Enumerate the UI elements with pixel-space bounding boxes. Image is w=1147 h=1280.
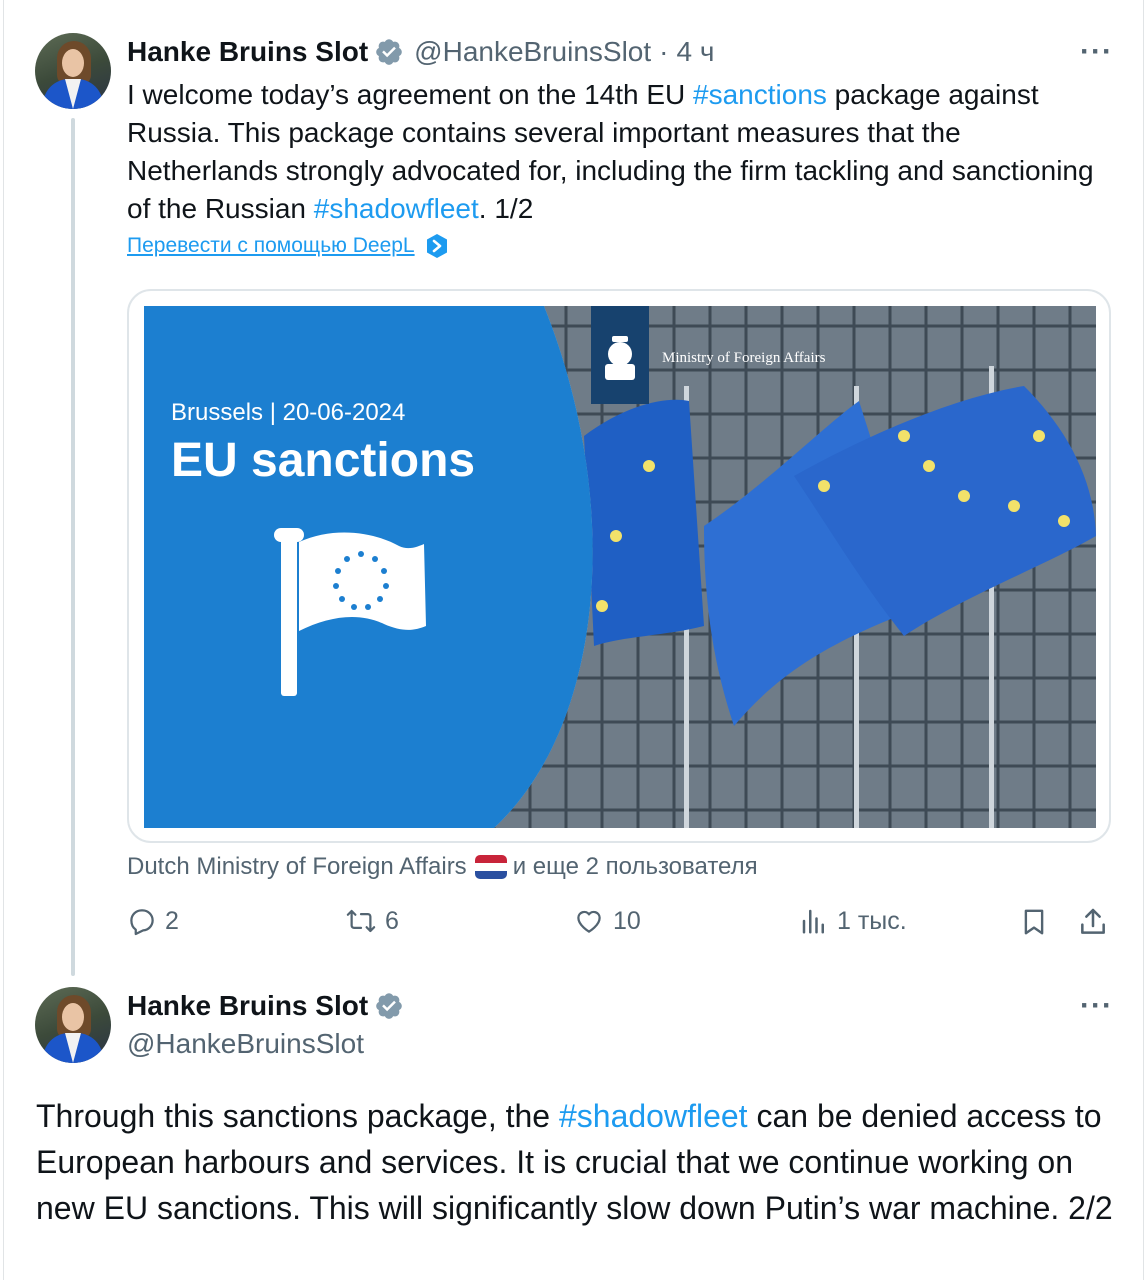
translate-link[interactable]: Перевести с помощью DeepL [127,233,449,259]
author-name[interactable]: Hanke Bruins Slot [127,990,368,1022]
thread-connector-line [71,118,75,976]
views-button[interactable]: 1 тыс. [799,906,907,936]
netherlands-flag-icon [474,855,507,879]
repost-count: 6 [385,906,399,935]
author-handle[interactable]: @HankeBruinsSlot [414,36,651,68]
repost-button[interactable]: 6 [345,906,399,936]
views-count: 1 тыс. [837,906,907,935]
more-options-icon[interactable]: ··· [1080,37,1113,67]
verified-badge-icon [376,39,402,65]
like-button[interactable]: 10 [573,906,641,936]
tweet-text-segment: I welcome today’s agreement on the 14th … [127,79,694,110]
header-separator: · [659,36,669,67]
reply-button[interactable]: 2 [127,906,179,936]
tweet-header-handle-row: @HankeBruinsSlot [127,1028,364,1060]
tweet-body: I welcome today’s agreement on the 14th … [127,76,1117,228]
ministry-label: Ministry of Foreign Affairs [662,350,826,366]
media-card[interactable]: Ministry of Foreign Affairs Brussels | 2… [127,289,1111,843]
bookmark-button[interactable] [1019,906,1049,938]
repost-icon [346,909,376,933]
author-handle[interactable]: @HankeBruinsSlot [127,1028,364,1060]
heart-icon [577,910,601,933]
share-button[interactable] [1077,906,1109,938]
author-avatar[interactable] [35,987,111,1063]
like-count: 10 [613,906,641,935]
deepl-icon [426,234,447,258]
author-avatar[interactable] [35,33,111,109]
tagged-account[interactable]: Dutch Ministry of Foreign Affairs [127,853,467,881]
tweet-text-segment: . 1/2 [478,193,534,224]
verified-badge-icon [376,993,402,1019]
translate-label[interactable]: Перевести с помощью DeepL [127,234,415,258]
hashtag-link[interactable]: #shadowfleet [314,193,479,224]
tweet-timestamp[interactable]: 4 ч [676,36,714,68]
reply-icon [130,909,154,936]
tweet-body: Through this sanctions package, the #sha… [36,1093,1126,1231]
image-headline: EU sanctions [171,434,475,487]
hashtag-link[interactable]: #sanctions [693,79,827,110]
share-icon [1081,908,1105,934]
hashtag-link[interactable]: #shadowfleet [559,1098,748,1134]
tweet-header: Hanke Bruins Slot [127,990,404,1022]
reply-count: 2 [165,906,179,935]
tagged-more[interactable]: и еще 2 пользователя [513,853,758,881]
location-date: Brussels | 20-06-2024 [171,399,405,426]
eu-sanctions-image: Ministry of Foreign Affairs Brussels | 2… [144,306,1096,828]
views-chart-icon [802,909,824,934]
author-name[interactable]: Hanke Bruins Slot [127,36,368,68]
tweet-header: Hanke Bruins Slot @HankeBruinsSlot · 4 ч [127,36,714,68]
bookmark-icon [1024,909,1044,935]
more-options-icon[interactable]: ··· [1080,991,1113,1021]
tweet-actions: 2 6 10 1 тыс. [127,906,1111,946]
tweet-text-segment: Through this sanctions package, the [36,1098,559,1134]
tagged-users[interactable]: Dutch Ministry of Foreign Affairs и еще … [127,853,758,881]
